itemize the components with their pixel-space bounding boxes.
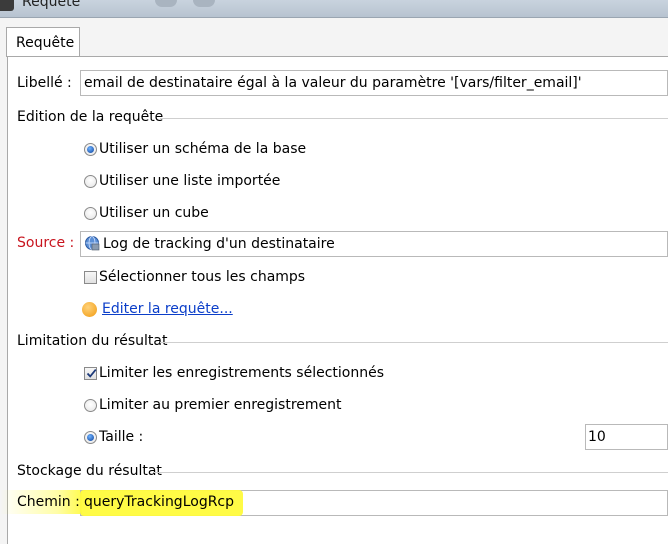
titlebar-button[interactable] [155, 0, 177, 7]
path-value: queryTrackingLogRcp [84, 494, 235, 510]
edit-query-icon [82, 302, 97, 317]
source-field[interactable]: Log de tracking d'un destinataire [80, 231, 668, 257]
tracking-log-icon [85, 236, 100, 251]
window-title: Requête [22, 0, 81, 10]
path-label: Chemin : [17, 494, 80, 510]
radio-imported-list-label[interactable]: Utiliser une liste importée [99, 173, 280, 189]
limitation-group-title: Limitation du résultat [17, 333, 168, 349]
select-all-label[interactable]: Sélectionner tous les champs [99, 269, 305, 285]
limit-selected-label[interactable]: Limiter les enregistrements sélectionnés [99, 365, 384, 381]
tab-label: Requête [16, 35, 75, 51]
window-titlebar[interactable]: Requête [0, 0, 668, 18]
group-divider [160, 118, 668, 119]
source-label: Source : [17, 235, 75, 251]
source-value: Log de tracking d'un destinataire [103, 236, 335, 252]
titlebar-button[interactable] [193, 0, 215, 7]
radio-first-record[interactable] [84, 399, 97, 412]
radio-cube[interactable] [84, 207, 97, 220]
checkmark-icon [86, 369, 97, 378]
radio-schema[interactable] [84, 143, 97, 156]
libelle-label: Libellé : [17, 75, 72, 91]
edition-group-title: Edition de la requête [17, 109, 164, 125]
tab-requete[interactable]: Requête [6, 27, 80, 57]
select-all-checkbox[interactable] [84, 271, 97, 284]
radio-schema-label[interactable]: Utiliser un schéma de la base [99, 141, 306, 157]
radio-cube-label[interactable]: Utiliser un cube [99, 205, 209, 221]
libelle-field[interactable]: email de destinataire égal à la valeur d… [80, 70, 668, 96]
size-input[interactable]: 10 [585, 424, 668, 450]
group-divider [154, 472, 668, 473]
radio-first-record-label[interactable]: Limiter au premier enregistrement [99, 397, 342, 413]
radio-size-label[interactable]: Taille : [99, 429, 143, 445]
limit-selected-checkbox[interactable] [84, 367, 97, 380]
radio-imported-list[interactable] [84, 175, 97, 188]
group-divider [160, 342, 668, 343]
radio-size[interactable] [84, 431, 97, 444]
edit-query-link[interactable]: Editer la requête... [102, 301, 233, 317]
storage-group-title: Stockage du résultat [17, 463, 162, 479]
app-icon [0, 0, 14, 11]
